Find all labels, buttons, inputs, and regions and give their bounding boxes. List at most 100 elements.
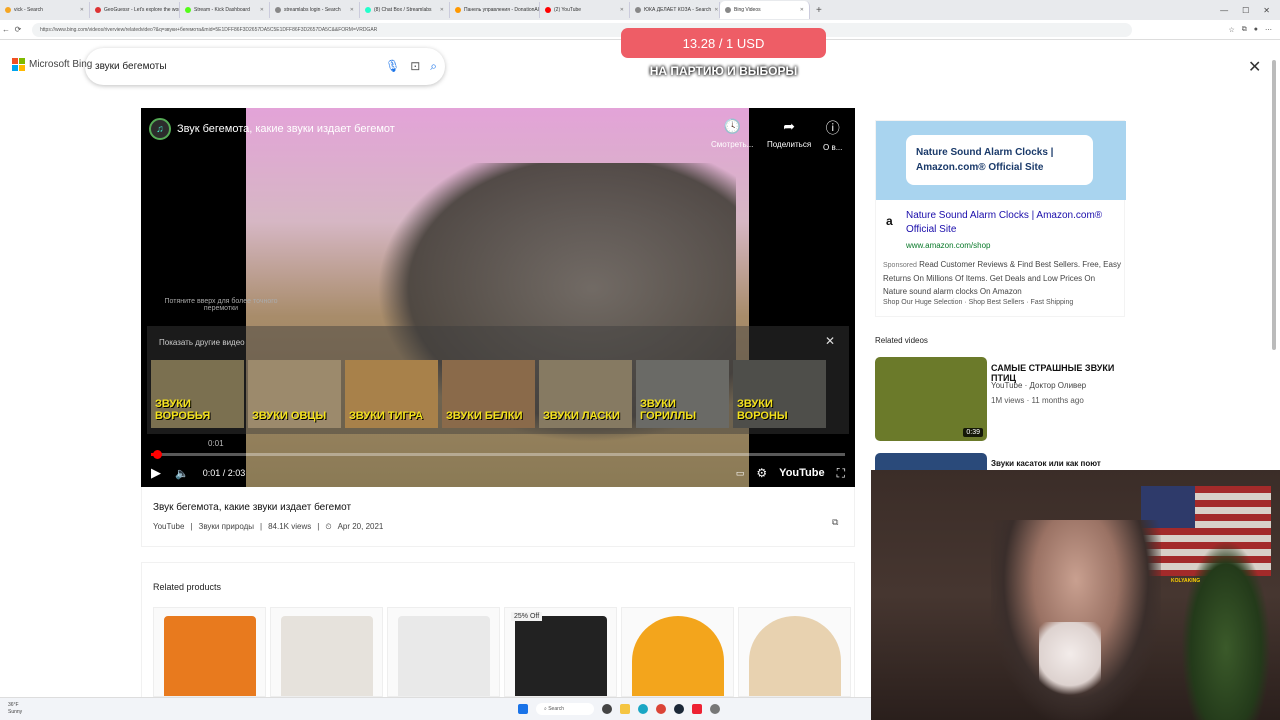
settings-icon[interactable] xyxy=(710,704,720,714)
ad-banner[interactable]: Nature Sound Alarm Clocks | Amazon.com® … xyxy=(876,121,1126,200)
new-tab-button[interactable]: + xyxy=(810,5,828,16)
close-tab-icon[interactable]: ✕ xyxy=(350,7,354,13)
info-button[interactable]: ⓘ О в... xyxy=(823,118,842,152)
copy-link-icon[interactable]: ⧉ xyxy=(832,517,838,528)
tab-label: Bing Videos xyxy=(734,7,761,13)
bing-logo[interactable]: Microsoft Bing xyxy=(12,58,92,71)
video-channel[interactable]: Звуки природы xyxy=(199,522,255,532)
share-button[interactable]: ➦ Поделиться xyxy=(767,118,811,149)
settings-gear-icon[interactable]: ⚙ xyxy=(756,466,767,480)
suggested-video-thumbnail[interactable]: ЗВУКИ ОВЦЫ xyxy=(248,360,341,428)
meta-separator: | xyxy=(190,522,193,531)
close-tab-icon[interactable]: ✕ xyxy=(260,7,264,13)
ad-url[interactable]: www.amazon.com/shop xyxy=(906,241,990,250)
ad-banner-text: Nature Sound Alarm Clocks | Amazon.com® … xyxy=(906,135,1093,185)
youtube-logo[interactable]: YouTube xyxy=(779,467,824,479)
taskbar-search-label: Search xyxy=(548,706,565,712)
search-input[interactable]: звуки бегемоты xyxy=(95,61,167,72)
suggested-video-label: ЗВУКИ ТИГРА xyxy=(349,410,424,422)
sponsored-ad-card[interactable]: Nature Sound Alarm Clocks | Amazon.com® … xyxy=(875,120,1126,317)
suggested-video-thumbnail[interactable]: ЗВУКИ ВОРОБЬЯ xyxy=(151,360,244,428)
browser-tab[interactable]: streamlabs login - Search ✕ xyxy=(270,2,360,18)
close-tab-icon[interactable]: ✕ xyxy=(80,7,84,13)
product-card[interactable] xyxy=(738,607,851,697)
search-box[interactable]: звуки бегемоты 🎙 ⊡ ⌕ xyxy=(85,48,445,85)
weather-widget[interactable]: 36°F Sunny xyxy=(8,702,22,716)
tab-favicon-icon xyxy=(185,7,191,13)
favorite-star-icon[interactable]: ☆ xyxy=(1228,26,1234,34)
browser-tab[interactable]: Bing Videos ✕ xyxy=(720,1,810,19)
channel-avatar-icon[interactable]: ♫ xyxy=(149,118,171,140)
product-card[interactable] xyxy=(153,607,266,697)
progress-bar[interactable] xyxy=(151,450,845,459)
player-video-title[interactable]: Звук бегемота, какие звуки издает бегемо… xyxy=(177,123,395,135)
related-video-title[interactable]: Звуки касаток или как поют xyxy=(991,459,1101,468)
close-suggestions-icon[interactable]: ✕ xyxy=(825,334,835,348)
url-field[interactable]: https://www.bing.com/videos/riverview/re… xyxy=(32,22,1132,37)
pull-up-hint: Потяните вверх для более точного перемот… xyxy=(164,298,278,312)
maximize-icon[interactable]: ☐ xyxy=(1242,6,1249,15)
product-card[interactable]: 25% Off xyxy=(504,607,617,697)
reload-icon[interactable]: ⟳ xyxy=(12,25,24,34)
microphone-icon[interactable]: 🎙 xyxy=(385,59,400,74)
taskbar-search[interactable]: ⌕ Search xyxy=(536,703,594,715)
visual-search-icon[interactable]: ⊡ xyxy=(410,59,420,74)
minimize-icon[interactable]: — xyxy=(1220,6,1228,15)
close-player-button[interactable]: ✕ xyxy=(1248,57,1261,77)
suggested-video-thumbnail[interactable]: ЗВУКИ ТИГРА xyxy=(345,360,438,428)
progress-scrubber[interactable] xyxy=(152,450,162,459)
tab-label: Stream - Kick Dashboard xyxy=(194,7,250,13)
close-tab-icon[interactable]: ✕ xyxy=(714,7,718,13)
profile-icon[interactable]: ● xyxy=(1254,26,1258,34)
subtitles-icon[interactable]: ▭ xyxy=(736,468,745,479)
search-icon[interactable]: ⌕ xyxy=(430,59,437,74)
browser-tab[interactable]: vick - Search ✕ xyxy=(0,2,90,18)
extensions-icon[interactable]: ⧉ xyxy=(1242,26,1247,34)
close-tab-icon[interactable]: ✕ xyxy=(440,7,444,13)
close-tab-icon[interactable]: ✕ xyxy=(620,7,624,13)
suggested-video-thumbnail[interactable]: ЗВУКИ ЛАСКИ xyxy=(539,360,632,428)
menu-dots-icon[interactable]: ⋯ xyxy=(1265,26,1272,34)
browser-tab[interactable]: Панель управления - DonationAlerts✕ xyxy=(450,2,540,18)
suggested-video-thumbnail[interactable]: ЗВУКИ ГОРИЛЛЫ xyxy=(636,360,729,428)
play-icon[interactable]: ▶ xyxy=(151,465,161,481)
suggested-video-thumbnail[interactable]: ЗВУКИ БЕЛКИ xyxy=(442,360,535,428)
back-arrow-icon[interactable]: ← xyxy=(0,25,12,34)
volume-icon[interactable]: 🔈 xyxy=(175,467,189,480)
close-window-icon[interactable]: ✕ xyxy=(1263,6,1270,15)
related-video-item[interactable]: 0:39 САМЫЕ СТРАШНЫЕ ЗВУКИ ПТИЦ YouTube ·… xyxy=(875,357,1135,442)
steam-icon[interactable] xyxy=(674,704,684,714)
windows-start-icon[interactable] xyxy=(518,704,528,714)
edge-icon[interactable] xyxy=(638,704,648,714)
browser-tab[interactable]: ЮКА ДЕЛАЕТ КОЗА - Search ✕ xyxy=(630,2,720,18)
ad-sitelinks[interactable]: Shop Our Huge Selection · Shop Best Sell… xyxy=(883,299,1073,306)
fullscreen-icon[interactable]: ⛶ xyxy=(837,466,845,481)
browser-tab[interactable]: (8) Chat Box / Streamlabs ✕ xyxy=(360,2,450,18)
product-card[interactable] xyxy=(270,607,383,697)
related-video-thumbnail[interactable] xyxy=(875,453,987,470)
obs-icon[interactable] xyxy=(602,704,612,714)
browser-tab[interactable]: Stream - Kick Dashboard ✕ xyxy=(180,2,270,18)
related-video-thumbnail[interactable]: 0:39 xyxy=(875,357,987,441)
video-player[interactable]: ♫ Звук бегемота, какие звуки издает беге… xyxy=(141,108,855,487)
browser-tab[interactable]: (2) YouTube ✕ xyxy=(540,2,630,18)
ad-link[interactable]: Nature Sound Alarm Clocks | Amazon.com® … xyxy=(906,209,1116,237)
related-video-source: YouTube · Доктор Оливер xyxy=(991,381,1087,390)
related-video-item[interactable]: Звуки касаток или как поют xyxy=(875,453,1135,470)
video-title[interactable]: Звук бегемота, какие звуки издает бегемо… xyxy=(153,502,351,513)
chrome-icon[interactable] xyxy=(656,704,666,714)
product-card[interactable] xyxy=(387,607,500,697)
app-icon[interactable] xyxy=(692,704,702,714)
browser-tab[interactable]: GeoGuessr - Let's explore the world!✕ xyxy=(90,2,180,18)
watch-later-button[interactable]: 🕓 Смотреть... xyxy=(711,118,753,149)
close-tab-icon[interactable]: ✕ xyxy=(800,7,804,13)
neon-sign-text: KOLYAKING xyxy=(1171,578,1201,584)
browser-tab-bar: vick - Search ✕ GeoGuessr - Let's explore … xyxy=(0,0,1280,20)
suggested-video-thumbnail[interactable]: ЗВУКИ ВОРОНЫ xyxy=(733,360,826,428)
related-video-title[interactable]: САМЫЕ СТРАШНЫЕ ЗВУКИ ПТИЦ xyxy=(991,363,1135,383)
file-explorer-icon[interactable] xyxy=(620,704,630,714)
product-image xyxy=(515,616,607,696)
product-card[interactable] xyxy=(621,607,734,697)
suggested-video-label: ЗВУКИ ГОРИЛЛЫ xyxy=(640,398,697,422)
page-scrollbar[interactable] xyxy=(1272,60,1276,350)
